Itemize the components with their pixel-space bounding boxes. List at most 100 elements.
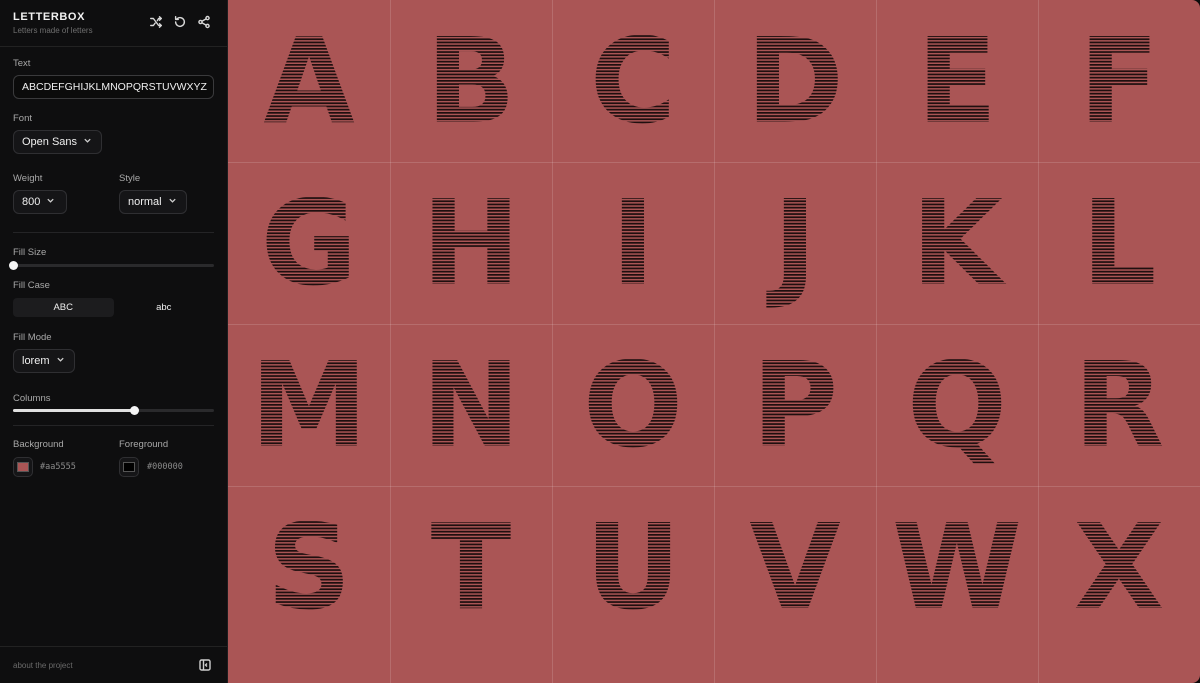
shuffle-icon[interactable] <box>149 15 163 29</box>
fill-line <box>916 38 998 41</box>
fill-line <box>766 286 817 289</box>
fill-line <box>751 381 839 384</box>
weight-select[interactable]: 800 <box>13 190 67 214</box>
fill-line <box>1073 394 1165 397</box>
fill-line <box>1078 102 1160 105</box>
fill-line <box>1081 251 1157 254</box>
fill-line <box>421 238 521 241</box>
fill-line <box>266 511 352 514</box>
fill-line <box>746 41 844 44</box>
fill-line <box>611 229 655 231</box>
fill-line <box>260 232 358 235</box>
fill-line <box>421 194 521 196</box>
divider <box>13 425 214 426</box>
sidebar-header: LETTERBOX Letters made of letters <box>0 0 227 47</box>
fill-line <box>585 569 681 571</box>
about-link[interactable]: about the project <box>13 661 73 670</box>
fill-case-upper-button[interactable]: ABC <box>13 298 114 317</box>
fill-line <box>916 83 998 85</box>
fill-line <box>585 617 681 619</box>
foreground-color-picker[interactable] <box>119 457 139 477</box>
fill-line <box>266 518 352 520</box>
letter-cell: T <box>390 486 552 648</box>
fill-line <box>749 617 841 619</box>
fill-line <box>751 461 839 464</box>
fill-line <box>260 197 358 199</box>
fill-line <box>430 511 512 514</box>
fill-line <box>906 452 1008 454</box>
fill-line <box>582 461 684 464</box>
fill-line <box>260 251 358 254</box>
fill-size-slider[interactable] <box>9 261 214 270</box>
fill-line <box>585 562 681 565</box>
fill-size-slider-knob[interactable] <box>9 261 18 270</box>
fill-case-lower-button[interactable]: abc <box>114 298 215 317</box>
fill-line <box>260 261 358 263</box>
style-select[interactable]: normal <box>119 190 187 214</box>
fill-line <box>250 378 368 381</box>
columns-slider-knob[interactable] <box>129 406 139 415</box>
fill-line <box>1081 296 1157 299</box>
fill-line <box>611 254 655 257</box>
fill-line <box>749 601 841 603</box>
fill-line <box>611 248 655 251</box>
fill-line <box>749 604 841 607</box>
sidebar-toggle-icon[interactable] <box>199 658 211 671</box>
fill-line <box>430 514 512 517</box>
fill-line <box>892 514 1022 517</box>
fill-line <box>766 267 817 270</box>
fill-line <box>1081 283 1157 286</box>
fill-line <box>1081 213 1157 215</box>
fill-line <box>1073 572 1165 575</box>
background-color-picker[interactable] <box>13 457 33 477</box>
fill-line <box>263 64 355 66</box>
fill-line <box>611 274 655 276</box>
fill-line <box>266 530 352 533</box>
fill-line <box>1073 388 1165 390</box>
app-title: LETTERBOX <box>13 11 86 23</box>
fill-line <box>426 70 516 73</box>
fill-line <box>746 102 844 105</box>
foreground-hex[interactable]: #000000 <box>147 462 183 472</box>
fill-line <box>611 242 655 244</box>
fill-line <box>430 623 512 626</box>
columns-slider[interactable] <box>13 406 214 415</box>
fill-line <box>421 375 521 377</box>
fill-line <box>426 140 516 143</box>
letter-glyph: W <box>892 502 1022 632</box>
letter-fill-lines <box>426 16 516 146</box>
fill-line <box>906 404 1008 406</box>
fill-line <box>1073 445 1165 448</box>
fill-line <box>421 400 521 403</box>
fill-line <box>906 436 1008 438</box>
fill-line <box>1081 261 1157 263</box>
fill-mode-select[interactable]: lorem <box>13 349 75 373</box>
fill-line <box>582 362 684 365</box>
fill-line <box>911 216 1008 219</box>
fill-line <box>911 213 1008 215</box>
fill-line <box>1078 22 1160 25</box>
fill-line <box>751 448 839 451</box>
font-select[interactable]: Open Sans <box>13 130 102 154</box>
text-input[interactable]: ABCDEFGHIJKLMNOPQRSTUVWXYZ <box>13 75 214 99</box>
fill-line <box>589 96 677 98</box>
fill-line <box>1073 630 1165 632</box>
fill-line <box>250 413 368 416</box>
share-icon[interactable] <box>197 15 211 29</box>
fill-line <box>766 235 817 238</box>
fill-line <box>430 626 512 629</box>
fill-line <box>266 620 352 623</box>
fill-line <box>263 108 355 111</box>
reset-icon[interactable] <box>173 15 187 29</box>
fill-line <box>426 51 516 53</box>
fill-line <box>421 229 521 231</box>
fill-line <box>426 131 516 133</box>
fill-line <box>421 222 521 225</box>
fill-line <box>426 112 516 114</box>
fill-line <box>585 543 681 546</box>
background-hex[interactable]: #aa5555 <box>40 462 76 472</box>
fill-line <box>426 16 516 18</box>
fill-line <box>585 514 681 517</box>
fill-line <box>585 582 681 584</box>
fill-line <box>892 578 1022 581</box>
